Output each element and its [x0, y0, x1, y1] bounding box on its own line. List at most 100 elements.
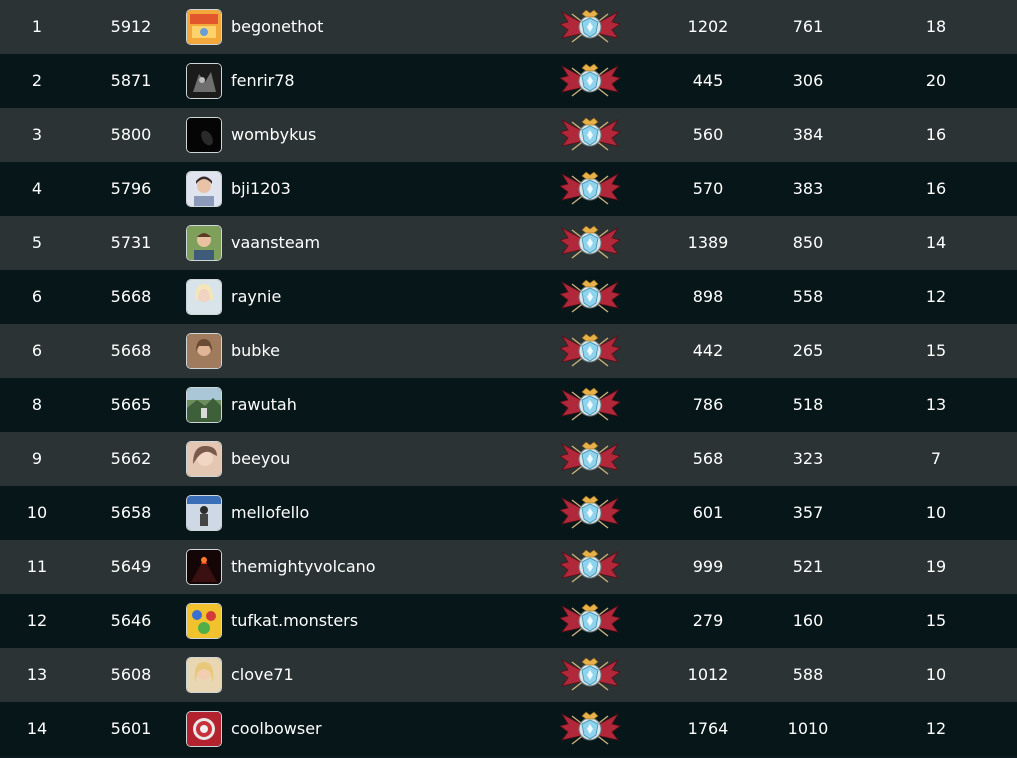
stat-b-cell: 383 — [792, 179, 824, 198]
table-row[interactable]: 3 5800 wombykus 560 384 16 — [0, 108, 1017, 162]
avatar-person-blonde-2-icon[interactable] — [186, 657, 222, 693]
stat-a-cell: 898 — [692, 287, 724, 306]
rank-cell: 8 — [31, 395, 43, 414]
username-link[interactable]: bubke — [231, 324, 531, 378]
username-link[interactable]: raynie — [231, 270, 531, 324]
avatar-black-icon[interactable] — [186, 117, 222, 153]
avatar-person-blonde-icon[interactable] — [186, 279, 222, 315]
stat-a-cell: 601 — [692, 503, 724, 522]
avatar-person-outdoor-icon[interactable] — [186, 225, 222, 261]
rank-cell: 12 — [26, 611, 48, 630]
league-crest-icon — [558, 386, 622, 424]
league-crest-icon — [558, 278, 622, 316]
stat-c-cell: 18 — [925, 17, 947, 36]
username-link[interactable]: themightyvolcano — [231, 540, 531, 594]
username-link[interactable]: bji1203 — [231, 162, 531, 216]
table-row[interactable]: 2 5871 fenrir78 445 306 20 — [0, 54, 1017, 108]
table-row[interactable]: 13 5608 clove71 1012 588 10 — [0, 648, 1017, 702]
table-row[interactable]: 1 5912 begonethot 1202 761 18 — [0, 0, 1017, 54]
stat-c-cell: 10 — [925, 503, 947, 522]
stat-a-cell: 786 — [692, 395, 724, 414]
avatar-person-brown-icon[interactable] — [186, 333, 222, 369]
table-row[interactable]: 6 5668 raynie 898 558 12 — [0, 270, 1017, 324]
stat-b-cell: 1010 — [787, 719, 829, 738]
rank-cell: 5 — [31, 233, 43, 252]
avatar-orange-art-icon[interactable] — [186, 9, 222, 45]
league-crest-icon — [558, 8, 622, 46]
username-link[interactable]: tufkat.monsters — [231, 594, 531, 648]
rank-cell: 4 — [31, 179, 43, 198]
table-row[interactable]: 8 5665 rawutah 786 518 13 — [0, 378, 1017, 432]
score-cell: 5731 — [110, 233, 152, 252]
username-link[interactable]: vaansteam — [231, 216, 531, 270]
avatar-red-emblem-icon[interactable] — [186, 711, 222, 747]
stat-a-cell: 560 — [692, 125, 724, 144]
stat-b-cell: 850 — [792, 233, 824, 252]
stat-a-cell: 570 — [692, 179, 724, 198]
stat-b-cell: 323 — [792, 449, 824, 468]
league-crest-icon — [558, 710, 622, 748]
avatar-dark-creature-icon[interactable] — [186, 63, 222, 99]
stat-c-cell: 20 — [925, 71, 947, 90]
rank-cell: 1 — [31, 17, 43, 36]
username-link[interactable]: begonethot — [231, 0, 531, 54]
stat-c-cell: 15 — [925, 611, 947, 630]
avatar-landscape-icon[interactable] — [186, 387, 222, 423]
stat-b-cell: 518 — [792, 395, 824, 414]
table-row[interactable]: 5 5731 vaansteam 1389 850 14 — [0, 216, 1017, 270]
score-cell: 5796 — [110, 179, 152, 198]
rank-cell: 13 — [26, 665, 48, 684]
leaderboard: 1 5912 begonethot 1202 761 18 2 5871 fenrir78 445… — [0, 0, 1017, 758]
score-cell: 5646 — [110, 611, 152, 630]
stat-a-cell: 1764 — [687, 719, 729, 738]
avatar-figure-blue-icon[interactable] — [186, 495, 222, 531]
rank-cell: 10 — [26, 503, 48, 522]
rank-cell: 9 — [31, 449, 43, 468]
stat-b-cell: 265 — [792, 341, 824, 360]
username-link[interactable]: rawutah — [231, 378, 531, 432]
league-crest-icon — [558, 116, 622, 154]
stat-a-cell: 1012 — [687, 665, 729, 684]
avatar-volcano-icon[interactable] — [186, 549, 222, 585]
username-link[interactable]: clove71 — [231, 648, 531, 702]
score-cell: 5668 — [110, 341, 152, 360]
stat-b-cell: 160 — [792, 611, 824, 630]
rank-cell: 14 — [26, 719, 48, 738]
username-link[interactable]: coolbowser — [231, 702, 531, 756]
table-row[interactable]: 12 5646 tufkat.monsters 279 160 15 — [0, 594, 1017, 648]
league-crest-icon — [558, 224, 622, 262]
rank-cell: 3 — [31, 125, 43, 144]
league-crest-icon — [558, 548, 622, 586]
table-row[interactable]: 11 5649 themightyvolcano 999 521 19 — [0, 540, 1017, 594]
league-crest-icon — [558, 62, 622, 100]
league-crest-icon — [558, 602, 622, 640]
username-link[interactable]: wombykus — [231, 108, 531, 162]
league-crest-icon — [558, 656, 622, 694]
stat-b-cell: 761 — [792, 17, 824, 36]
score-cell: 5662 — [110, 449, 152, 468]
table-row[interactable]: 4 5796 bji1203 570 383 16 — [0, 162, 1017, 216]
username-link[interactable]: fenrir78 — [231, 54, 531, 108]
avatar-person-light-icon[interactable] — [186, 171, 222, 207]
stat-a-cell: 1202 — [687, 17, 729, 36]
stat-c-cell: 10 — [925, 665, 947, 684]
stat-b-cell: 357 — [792, 503, 824, 522]
table-row[interactable]: 10 5658 mellofello 601 357 10 — [0, 486, 1017, 540]
stat-c-cell: 13 — [925, 395, 947, 414]
stat-c-cell: 19 — [925, 557, 947, 576]
stat-a-cell: 279 — [692, 611, 724, 630]
score-cell: 5658 — [110, 503, 152, 522]
avatar-yellow-monsters-icon[interactable] — [186, 603, 222, 639]
table-row[interactable]: 14 5601 coolbowser 1764 1010 12 — [0, 702, 1017, 756]
league-crest-icon — [558, 332, 622, 370]
table-row[interactable]: 9 5662 beeyou 568 323 7 — [0, 432, 1017, 486]
score-cell: 5608 — [110, 665, 152, 684]
table-row[interactable]: 6 5668 bubke 442 265 15 — [0, 324, 1017, 378]
avatar-person-selfie-icon[interactable] — [186, 441, 222, 477]
username-link[interactable]: beeyou — [231, 432, 531, 486]
username-link[interactable]: mellofello — [231, 486, 531, 540]
score-cell: 5668 — [110, 287, 152, 306]
league-crest-icon — [558, 440, 622, 478]
stat-c-cell: 12 — [925, 287, 947, 306]
league-crest-icon — [558, 494, 622, 532]
